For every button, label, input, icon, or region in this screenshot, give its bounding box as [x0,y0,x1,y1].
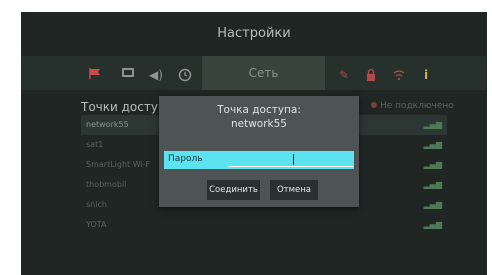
info-icon[interactable]: i [419,68,433,82]
pencil-icon[interactable]: ✎ [337,68,351,82]
access-point-name: network55 [86,120,129,129]
connect-button[interactable]: Соединить [207,180,260,200]
signal-icon: ▂▄▆ [423,160,442,169]
dialog-title-line: Точка доступа: [217,104,301,116]
wifi-icon[interactable] [392,68,406,82]
dialog-network-name: network55 [230,118,287,130]
password-dialog: Точка доступа: network55 Пароль Соединит… [159,96,359,207]
tv-screen: Настройки ◀) Сеть ✎ i Точки доступа Не п… [21,12,487,275]
password-label: Пароль [168,154,203,164]
page-title: Настройки [217,26,291,41]
lock-icon[interactable] [364,68,378,82]
dialog-title: Точка доступа: network55 [159,103,359,131]
tab-network[interactable]: Сеть [202,56,325,90]
settings-toolbar: ◀) Сеть ✎ i [21,56,487,90]
access-point-name: snich [86,200,107,209]
connection-status: Не подключено [371,101,454,111]
signal-icon: ▂▄▆ [423,140,442,149]
signal-icon: ▂▄▆ [423,180,442,189]
access-point-name: thobmobil [86,180,127,189]
password-input[interactable] [228,153,353,167]
clock-icon[interactable] [178,68,192,82]
signal-icon: ▂▄▆ [423,220,442,229]
access-point-name: SmartLight Wi-F [86,160,151,169]
cancel-button[interactable]: Отмена [270,180,318,200]
password-row: Пароль [164,151,354,169]
access-point-name: YOTA [86,220,107,229]
signal-icon: ▂▄▆ [423,200,442,209]
access-point-row[interactable]: YOTA ▂▄▆ [81,215,447,235]
access-point-name: sat1 [86,140,104,149]
volume-icon[interactable]: ◀) [149,68,163,82]
monitor-icon[interactable] [122,68,134,77]
status-dot-icon [371,102,377,108]
status-text: Не подключено [380,101,454,111]
text-caret [293,154,294,165]
signal-icon: ▂▄▆ [423,120,442,129]
flag-icon[interactable] [89,68,101,79]
